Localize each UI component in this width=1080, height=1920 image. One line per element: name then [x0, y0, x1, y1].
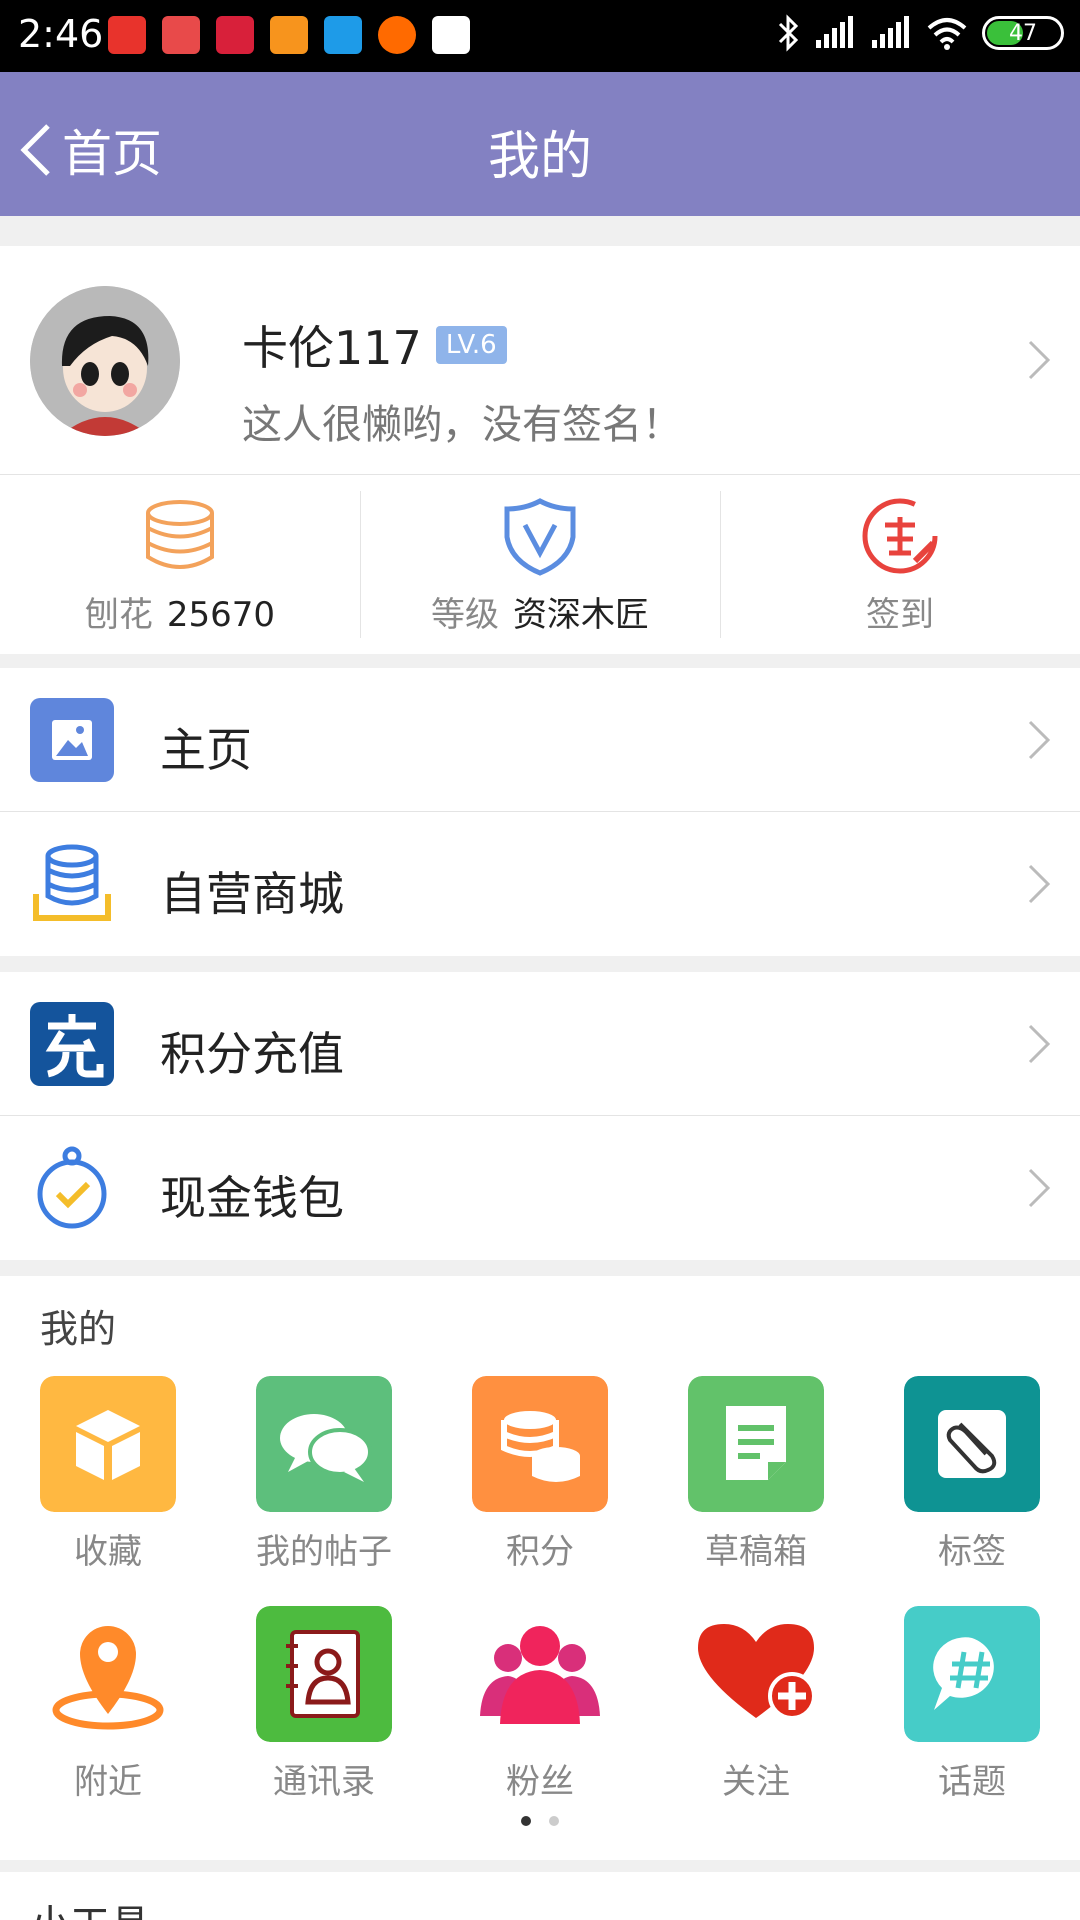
signal-icon — [872, 16, 909, 48]
location-pin-icon — [52, 1626, 164, 1730]
stopwatch-check-icon — [37, 1146, 107, 1229]
grid-item-fans[interactable]: 粉丝 — [432, 1606, 648, 1836]
grid-item-points[interactable]: 积分 — [432, 1376, 648, 1606]
status-time: 2:46 — [18, 12, 104, 56]
menu-label: 积分充值 — [160, 1027, 344, 1081]
grid-label: 附近 — [74, 1762, 142, 1802]
menu-item-recharge[interactable]: 积分充值 — [0, 972, 1080, 1116]
menu-item-homepage[interactable]: 主页 — [0, 668, 1080, 812]
grid-item-favorites[interactable]: 收藏 — [0, 1376, 216, 1606]
app-notification-icon — [432, 16, 470, 54]
app-notification-icon — [216, 16, 254, 54]
box-icon — [40, 1376, 176, 1512]
app-notification-icon — [162, 16, 200, 54]
grid-label: 积分 — [506, 1532, 574, 1572]
signal-icon — [816, 16, 853, 48]
stats-bar: 刨花 25670 等级 资深木匠 签到 — [0, 474, 1080, 654]
tools-section: 小工具 — [0, 1872, 1080, 1920]
menu-item-wallet[interactable]: 现金钱包 — [0, 1116, 1080, 1260]
chevron-right-icon — [1028, 1024, 1051, 1064]
cartoon-face-icon — [30, 286, 180, 436]
menu-group-2: 积分充值 现金钱包 — [0, 972, 1080, 1260]
grid-label: 话题 — [938, 1762, 1006, 1802]
level-label: 等级 — [431, 595, 499, 635]
username-row: 卡伦117 LV.6 — [242, 312, 507, 378]
chevron-right-icon[interactable] — [1026, 338, 1052, 382]
wifi-icon — [927, 18, 967, 50]
image-icon — [30, 698, 114, 782]
grid-label: 收藏 — [74, 1532, 142, 1572]
section-title: 我的 — [40, 1307, 117, 1351]
chevron-right-icon — [1028, 1168, 1051, 1208]
app-notification-icon — [378, 16, 416, 54]
grid-item-nearby[interactable]: 附近 — [0, 1606, 216, 1836]
grid-item-drafts[interactable]: 草稿箱 — [648, 1376, 864, 1606]
chat-bubbles-icon — [256, 1376, 392, 1512]
status-bar: 2:46 47 — [0, 0, 1080, 72]
level-stat[interactable]: 等级 资深木匠 — [360, 475, 720, 654]
grid-item-topics[interactable]: 话题 — [864, 1606, 1080, 1836]
people-icon — [480, 1626, 600, 1724]
avatar[interactable] — [30, 286, 180, 436]
grid-label: 粉丝 — [506, 1762, 574, 1802]
mine-section: 我的 收藏 我的帖子 积分 草稿箱 标签 附近 通讯录 粉丝 关注 话题 — [0, 1276, 1080, 1860]
grid-label: 通讯录 — [273, 1762, 375, 1802]
profile-card[interactable]: 卡伦117 LV.6 这人很懒哟，没有签名！ — [0, 246, 1080, 474]
level-value: 资深木匠 — [513, 595, 649, 635]
chevron-right-icon — [1028, 864, 1051, 904]
grid-item-my-posts[interactable]: 我的帖子 — [216, 1376, 432, 1606]
notification-icons — [108, 16, 470, 54]
shield-icon — [504, 498, 576, 576]
section-title: 小工具 — [30, 1892, 150, 1920]
menu-label: 自营商城 — [160, 867, 344, 921]
level-badge: LV.6 — [435, 326, 507, 364]
grid-label: 关注 — [722, 1762, 790, 1802]
address-book-icon — [256, 1606, 392, 1742]
menu-item-mall[interactable]: 自营商城 — [0, 812, 1080, 956]
page-title: 我的 — [487, 127, 592, 187]
menu-group-1: 主页 自营商城 — [0, 668, 1080, 956]
shavings-stat[interactable]: 刨花 25670 — [0, 475, 360, 654]
app-notification-icon — [324, 16, 362, 54]
grid-label: 草稿箱 — [705, 1532, 807, 1572]
document-icon — [688, 1376, 824, 1512]
grid-item-following[interactable]: 关注 — [648, 1606, 864, 1836]
coins-icon — [472, 1376, 608, 1512]
grid-label: 标签 — [938, 1532, 1006, 1572]
grid-label: 我的帖子 — [256, 1532, 392, 1572]
mine-grid: 收藏 我的帖子 积分 草稿箱 标签 附近 通讯录 粉丝 关注 话题 — [0, 1376, 1080, 1836]
recharge-icon — [30, 1002, 114, 1086]
hashtag-icon — [904, 1606, 1040, 1742]
username: 卡伦117 — [242, 321, 422, 375]
checkin-label: 签到 — [866, 595, 934, 635]
sign-in-icon — [862, 498, 938, 574]
app-notification-icon — [108, 16, 146, 54]
menu-label: 主页 — [160, 723, 252, 777]
grid-item-contacts[interactable]: 通讯录 — [216, 1606, 432, 1836]
app-notification-icon — [270, 16, 308, 54]
bluetooth-icon — [778, 14, 799, 52]
menu-label: 现金钱包 — [160, 1171, 344, 1225]
chevron-right-icon — [1028, 720, 1051, 760]
grid-item-tags[interactable]: 标签 — [864, 1376, 1080, 1606]
shavings-value: 25670 — [166, 595, 276, 635]
shavings-label: 刨花 — [84, 595, 153, 635]
nav-bar: 首页 我的 — [0, 72, 1080, 216]
database-icon — [33, 844, 111, 921]
checkin-stat[interactable]: 签到 — [720, 475, 1080, 654]
paperclip-icon — [904, 1376, 1040, 1512]
battery-icon: 47 — [982, 16, 1064, 50]
page-indicator — [0, 1816, 1080, 1826]
page-dot[interactable] — [549, 1816, 559, 1826]
heart-plus-icon — [698, 1624, 816, 1720]
page-dot-active[interactable] — [521, 1816, 531, 1826]
coin-stack-icon — [146, 500, 214, 569]
signature: 这人很懒哟，没有签名！ — [242, 402, 682, 448]
system-icons: 47 — [776, 14, 1064, 52]
battery-level: 47 — [1009, 20, 1037, 46]
